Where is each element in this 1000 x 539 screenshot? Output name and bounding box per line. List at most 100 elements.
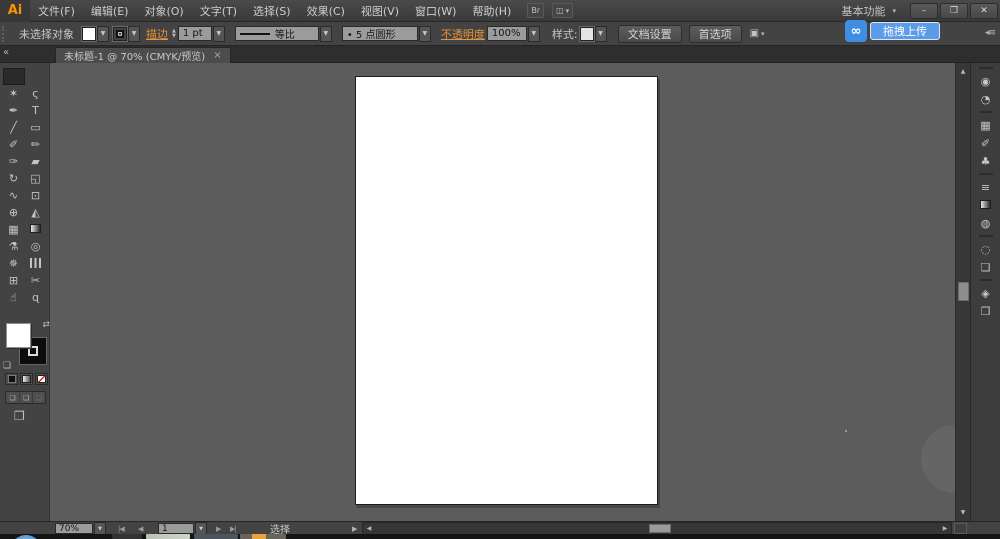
arrange-documents-button[interactable]: ◫▾: [552, 3, 573, 18]
eraser-tool[interactable]: ▰: [25, 153, 47, 170]
screen-mode-button[interactable]: ❐: [14, 409, 25, 423]
free-transform-tool[interactable]: ⊡: [25, 187, 47, 204]
layers-panel-icon[interactable]: ◈: [971, 284, 1000, 302]
dock-grip[interactable]: [971, 63, 1000, 72]
perspective-grid-tool[interactable]: ◭: [25, 204, 47, 221]
selection-tool[interactable]: [3, 68, 25, 85]
go-to-bridge-button[interactable]: Br: [527, 3, 544, 18]
artboard[interactable]: [355, 76, 658, 505]
fill-color-dropdown[interactable]: ▼: [97, 26, 109, 42]
blend-tool[interactable]: ◎: [25, 238, 47, 255]
fill-color-swatch[interactable]: [82, 27, 96, 41]
menu-item[interactable]: 视图(V): [353, 0, 407, 22]
document-setup-button[interactable]: 文档设置: [618, 25, 682, 43]
transparency-panel-icon[interactable]: ◍: [971, 214, 1000, 232]
close-tab-icon[interactable]: ×: [213, 50, 221, 61]
horizontal-scrollbar-thumb[interactable]: [649, 524, 671, 533]
color-panel-icon[interactable]: ◉: [971, 72, 1000, 90]
taskbar-item[interactable]: [112, 534, 142, 539]
lasso-tool[interactable]: ς: [25, 85, 47, 102]
symbols-panel-icon[interactable]: ♣: [971, 152, 1000, 170]
style-swatch[interactable]: [580, 27, 594, 41]
scroll-up-icon[interactable]: ▲: [956, 65, 970, 78]
brush-definition-field[interactable]: • 5 点圆形: [342, 26, 418, 41]
menu-item[interactable]: 效果(C): [299, 0, 353, 22]
scroll-right-icon[interactable]: ▶: [939, 523, 951, 534]
pencil-tool[interactable]: ✏: [25, 136, 47, 153]
stroke-color-swatch[interactable]: [113, 27, 127, 41]
magic-wand-tool[interactable]: ✶: [3, 85, 25, 102]
column-graph-tool[interactable]: [25, 255, 47, 272]
color-guide-panel-icon[interactable]: ◔: [971, 90, 1000, 108]
stroke-width-stepper[interactable]: ▲▼: [172, 29, 176, 39]
none-button[interactable]: [35, 373, 48, 385]
swatches-panel-icon[interactable]: ▦: [971, 116, 1000, 134]
close-button[interactable]: ✕: [970, 3, 998, 19]
width-profile-dropdown[interactable]: ▼: [320, 26, 332, 42]
drag-upload-button[interactable]: 拖拽上传: [870, 22, 940, 40]
stroke-width-field[interactable]: 1 pt: [178, 26, 212, 41]
gradient-tool[interactable]: [25, 221, 47, 238]
rectangle-tool[interactable]: ▭: [25, 119, 47, 136]
swap-fill-stroke-icon[interactable]: ⇄: [42, 320, 50, 330]
paintbrush-tool[interactable]: ✐: [3, 136, 25, 153]
opacity-dropdown[interactable]: ▼: [528, 26, 540, 42]
draw-normal-button[interactable]: ❏: [6, 392, 19, 403]
gradient-panel-icon[interactable]: [971, 196, 1000, 214]
artboard-tool[interactable]: ⊞: [3, 272, 25, 289]
workspace-switcher[interactable]: 基本功能▾: [841, 3, 896, 19]
artboards-panel-icon[interactable]: ❐: [971, 302, 1000, 320]
fill-color-selector[interactable]: [6, 323, 31, 348]
default-fill-stroke-icon[interactable]: ❏: [3, 361, 11, 371]
line-segment-tool[interactable]: ╱: [3, 119, 25, 136]
graphic-styles-panel-icon[interactable]: ❏: [971, 258, 1000, 276]
menu-item[interactable]: 编辑(E): [83, 0, 137, 22]
vertical-scrollbar[interactable]: ▲ ▼: [955, 63, 970, 521]
stroke-panel-link[interactable]: 描边: [146, 26, 168, 42]
rotate-tool[interactable]: ↻: [3, 170, 25, 187]
direct-selection-tool[interactable]: [25, 68, 47, 85]
stroke-panel-icon[interactable]: ≡: [971, 178, 1000, 196]
shape-builder-tool[interactable]: ⊕: [3, 204, 25, 221]
menu-item[interactable]: 选择(S): [245, 0, 299, 22]
stroke-color-dropdown[interactable]: ▼: [128, 26, 140, 42]
zoom-level-field[interactable]: 70%: [55, 523, 93, 534]
hand-tool[interactable]: ☝: [3, 289, 25, 306]
taskbar-item[interactable]: [146, 534, 190, 539]
width-tool[interactable]: ∿: [3, 187, 25, 204]
taskbar-item[interactable]: [194, 534, 238, 539]
blob-brush-tool[interactable]: ✑: [3, 153, 25, 170]
taskbar-item[interactable]: [240, 534, 286, 539]
symbol-sprayer-tool[interactable]: ✵: [3, 255, 25, 272]
brush-definition-dropdown[interactable]: ▼: [419, 26, 431, 42]
brushes-panel-icon[interactable]: ✐: [971, 134, 1000, 152]
stroke-width-dropdown[interactable]: ▼: [213, 26, 225, 42]
restore-button[interactable]: ❐: [940, 3, 968, 19]
scroll-left-icon[interactable]: ◀: [363, 523, 375, 534]
menu-item[interactable]: 对象(O): [136, 0, 191, 22]
appearance-panel-icon[interactable]: ◌: [971, 240, 1000, 258]
type-tool[interactable]: T: [25, 102, 47, 119]
draw-behind-button[interactable]: ❏: [19, 392, 32, 403]
document-tab[interactable]: 未标题-1 @ 70% (CMYK/预览) ×: [55, 47, 231, 63]
preferences-button[interactable]: 首选项: [689, 25, 742, 43]
opacity-field[interactable]: 100%: [487, 26, 527, 41]
scale-tool[interactable]: ◱: [25, 170, 47, 187]
menu-item[interactable]: 文件(F): [30, 0, 83, 22]
opacity-panel-link[interactable]: 不透明度: [441, 26, 485, 42]
cloud-app-icon[interactable]: ∞: [845, 20, 867, 42]
width-profile-field[interactable]: 等比: [235, 26, 319, 41]
eyedropper-tool[interactable]: ⚗: [3, 238, 25, 255]
mesh-tool[interactable]: ▦: [3, 221, 25, 238]
isolate-selected-button[interactable]: ▣▾: [750, 28, 765, 39]
gradient-button[interactable]: [20, 373, 33, 385]
vertical-scrollbar-thumb[interactable]: [958, 282, 969, 301]
canvas-area[interactable]: [50, 63, 955, 521]
menu-item[interactable]: 文字(T): [192, 0, 245, 22]
pen-tool[interactable]: ✒: [3, 102, 25, 119]
menu-item[interactable]: 帮助(H): [464, 0, 519, 22]
status-options-icon[interactable]: ▶: [352, 525, 357, 533]
artboard-number-field[interactable]: 1: [158, 523, 194, 534]
scroll-down-icon[interactable]: ▼: [956, 506, 970, 519]
zoom-tool[interactable]: ɋ: [25, 289, 47, 306]
